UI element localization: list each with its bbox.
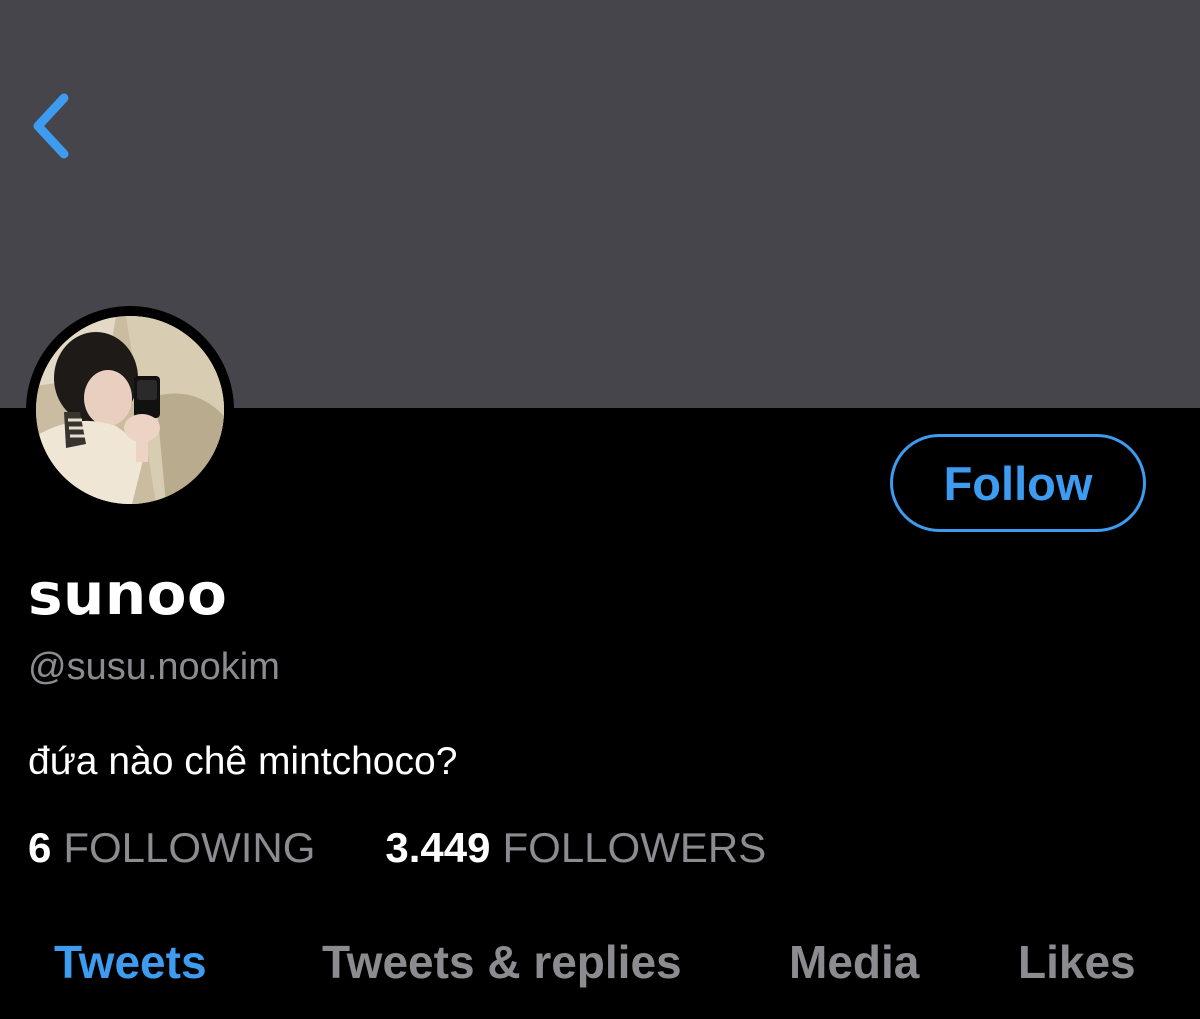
profile-handle: @susu.nookim (28, 646, 280, 688)
followers-count: 3.449 (385, 824, 491, 871)
followers-stat[interactable]: 3.449 FOLLOWERS (385, 824, 766, 872)
following-count: 6 (28, 824, 52, 871)
back-button[interactable] (22, 90, 78, 162)
chevron-left-icon (33, 93, 69, 159)
followers-label: FOLLOWERS (502, 824, 767, 871)
follow-button[interactable]: Follow (890, 434, 1146, 532)
avatar[interactable] (36, 316, 224, 504)
following-stat[interactable]: 6 FOLLOWING (28, 824, 315, 872)
profile-stats: 6 FOLLOWING 3.449 FOLLOWERS (28, 824, 766, 872)
following-label: FOLLOWING (63, 824, 316, 871)
tab-likes[interactable]: Likes (1018, 935, 1136, 989)
profile-tabs: Tweets Tweets & replies Media Likes (0, 935, 1200, 1005)
tab-media[interactable]: Media (789, 935, 919, 989)
profile-bio: đứa nào chê mintchoco? (28, 740, 458, 783)
avatar-border (26, 306, 234, 514)
display-name: sunoo (28, 560, 228, 628)
tab-tweets[interactable]: Tweets (54, 935, 207, 989)
tab-tweets-and-replies[interactable]: Tweets & replies (322, 935, 682, 989)
